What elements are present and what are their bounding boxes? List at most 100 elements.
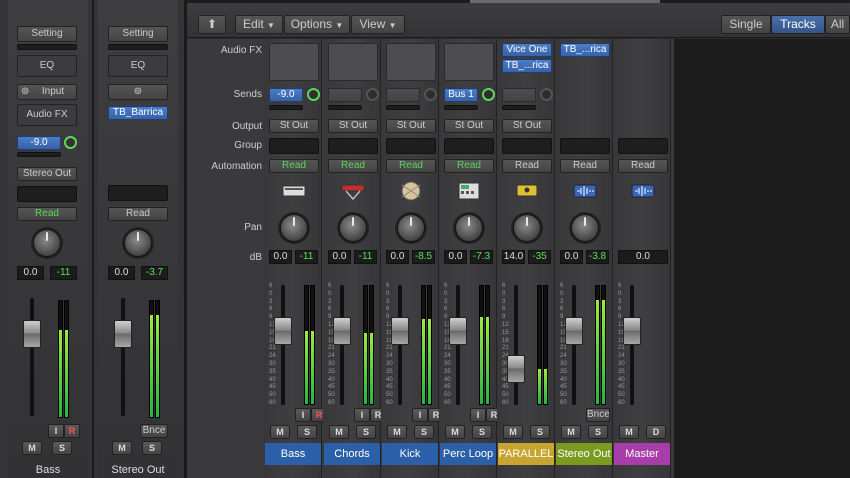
- output-button[interactable]: St Out: [444, 119, 494, 133]
- input-monitor-button[interactable]: I: [48, 424, 64, 438]
- channel-name[interactable]: Master: [614, 443, 670, 465]
- channel-name[interactable]: Kick: [382, 443, 438, 465]
- send-level-icon[interactable]: [540, 88, 553, 101]
- pan-knob[interactable]: [455, 214, 483, 242]
- solo-button[interactable]: S: [142, 441, 162, 455]
- edit-menu[interactable]: Edit ▼: [235, 15, 283, 34]
- send-bus-button[interactable]: -9.0: [17, 136, 61, 150]
- volume-fader[interactable]: [114, 320, 132, 348]
- send-slot[interactable]: [502, 105, 536, 110]
- solo-button[interactable]: S: [356, 425, 376, 439]
- input-monitor-button[interactable]: I: [295, 408, 311, 422]
- dim-button[interactable]: D: [646, 425, 666, 439]
- output-button[interactable]: St Out: [502, 119, 552, 133]
- automation-button[interactable]: Read: [502, 159, 552, 173]
- group-slot[interactable]: [269, 138, 319, 154]
- mute-button[interactable]: M: [387, 425, 407, 439]
- tracks-view-button[interactable]: Tracks: [771, 15, 825, 34]
- gain-slot[interactable]: [17, 44, 77, 50]
- output-button[interactable]: St Out: [386, 119, 436, 133]
- solo-button[interactable]: S: [414, 425, 434, 439]
- solo-button[interactable]: S: [530, 425, 550, 439]
- group-slot[interactable]: [444, 138, 494, 154]
- audio-fx-slot[interactable]: [386, 43, 436, 81]
- pan-knob[interactable]: [571, 214, 599, 242]
- volume-fader[interactable]: [333, 317, 351, 346]
- group-slot[interactable]: [17, 186, 77, 202]
- send-bus-button[interactable]: Bus 1: [444, 88, 478, 102]
- volume-fader[interactable]: [274, 317, 292, 346]
- channel-name[interactable]: Perc Loop: [440, 443, 496, 465]
- pan-knob[interactable]: [397, 214, 425, 242]
- automation-button[interactable]: Read: [269, 159, 319, 173]
- automation-button[interactable]: Read: [386, 159, 436, 173]
- mute-button[interactable]: M: [445, 425, 465, 439]
- automation-button[interactable]: Read: [444, 159, 494, 173]
- input-monitor-button[interactable]: I: [412, 408, 428, 422]
- automation-button[interactable]: Read: [560, 159, 610, 173]
- channel-name[interactable]: Stereo Out: [556, 443, 612, 465]
- solo-button[interactable]: S: [297, 425, 317, 439]
- volume-fader[interactable]: [23, 320, 41, 348]
- send-level-icon[interactable]: [64, 136, 77, 149]
- channel-name[interactable]: Bass: [8, 459, 88, 478]
- solo-button[interactable]: S: [52, 441, 72, 455]
- output-slot[interactable]: [618, 138, 668, 154]
- pan-knob[interactable]: [124, 229, 152, 257]
- record-enable-button[interactable]: R: [64, 424, 80, 438]
- audio-fx-plugin[interactable]: TB_...rica: [502, 59, 552, 73]
- bounce-button[interactable]: Bnce: [140, 424, 168, 438]
- automation-button[interactable]: Read: [108, 207, 168, 221]
- automation-button[interactable]: Read: [17, 207, 77, 221]
- input-monitor-button[interactable]: I: [470, 408, 486, 422]
- pan-knob[interactable]: [33, 229, 61, 257]
- send-slot[interactable]: [328, 105, 362, 110]
- volume-fader[interactable]: [391, 317, 409, 346]
- automation-button[interactable]: Read: [328, 159, 378, 173]
- link-button[interactable]: ⊚: [108, 84, 168, 100]
- options-menu[interactable]: Options ▼: [284, 15, 350, 34]
- volume-fader[interactable]: [507, 354, 525, 383]
- mute-button[interactable]: M: [22, 441, 42, 455]
- audio-fx-slot[interactable]: TB_Barrica: [108, 106, 168, 120]
- audio-fx-slot[interactable]: [444, 43, 494, 81]
- automation-button[interactable]: Read: [618, 159, 668, 173]
- send-slot[interactable]: [328, 88, 362, 102]
- channel-name[interactable]: Bass: [265, 443, 321, 465]
- output-button[interactable]: Stereo Out: [17, 167, 77, 181]
- group-slot[interactable]: [328, 138, 378, 154]
- pan-knob[interactable]: [280, 214, 308, 242]
- eq-button[interactable]: EQ: [108, 55, 168, 77]
- group-slot[interactable]: [108, 185, 168, 201]
- audio-fx-plugin[interactable]: Vice One: [502, 43, 552, 57]
- volume-fader[interactable]: [449, 317, 467, 346]
- mute-button[interactable]: M: [561, 425, 581, 439]
- mute-button[interactable]: M: [329, 425, 349, 439]
- mute-button[interactable]: M: [619, 425, 639, 439]
- channel-name[interactable]: Stereo Out: [98, 459, 178, 478]
- volume-fader[interactable]: [623, 317, 641, 346]
- pan-knob[interactable]: [513, 214, 541, 242]
- pan-knob[interactable]: [339, 214, 367, 242]
- setting-button[interactable]: Setting: [108, 26, 168, 42]
- mute-button[interactable]: M: [503, 425, 523, 439]
- send-slot[interactable]: [386, 105, 420, 110]
- gain-slot[interactable]: [108, 44, 168, 50]
- send-slot[interactable]: [17, 152, 61, 157]
- send-slot[interactable]: [502, 88, 536, 102]
- send-level-icon[interactable]: [424, 88, 437, 101]
- send-level-icon[interactable]: [482, 88, 495, 101]
- group-slot[interactable]: [502, 138, 552, 154]
- bounce-button[interactable]: Bnce: [586, 408, 610, 422]
- single-view-button[interactable]: Single: [721, 15, 771, 34]
- group-slot[interactable]: [386, 138, 436, 154]
- scroll-indicator[interactable]: [470, 0, 660, 3]
- send-slot[interactable]: [444, 105, 478, 110]
- audio-fx-plugin[interactable]: TB_...rica: [560, 43, 610, 57]
- send-slot[interactable]: [269, 105, 303, 110]
- mute-button[interactable]: M: [112, 441, 132, 455]
- output-slot[interactable]: [560, 138, 610, 154]
- audio-fx-slot[interactable]: [269, 43, 319, 81]
- view-menu[interactable]: View ▼: [351, 15, 405, 34]
- send-level-icon[interactable]: [307, 88, 320, 101]
